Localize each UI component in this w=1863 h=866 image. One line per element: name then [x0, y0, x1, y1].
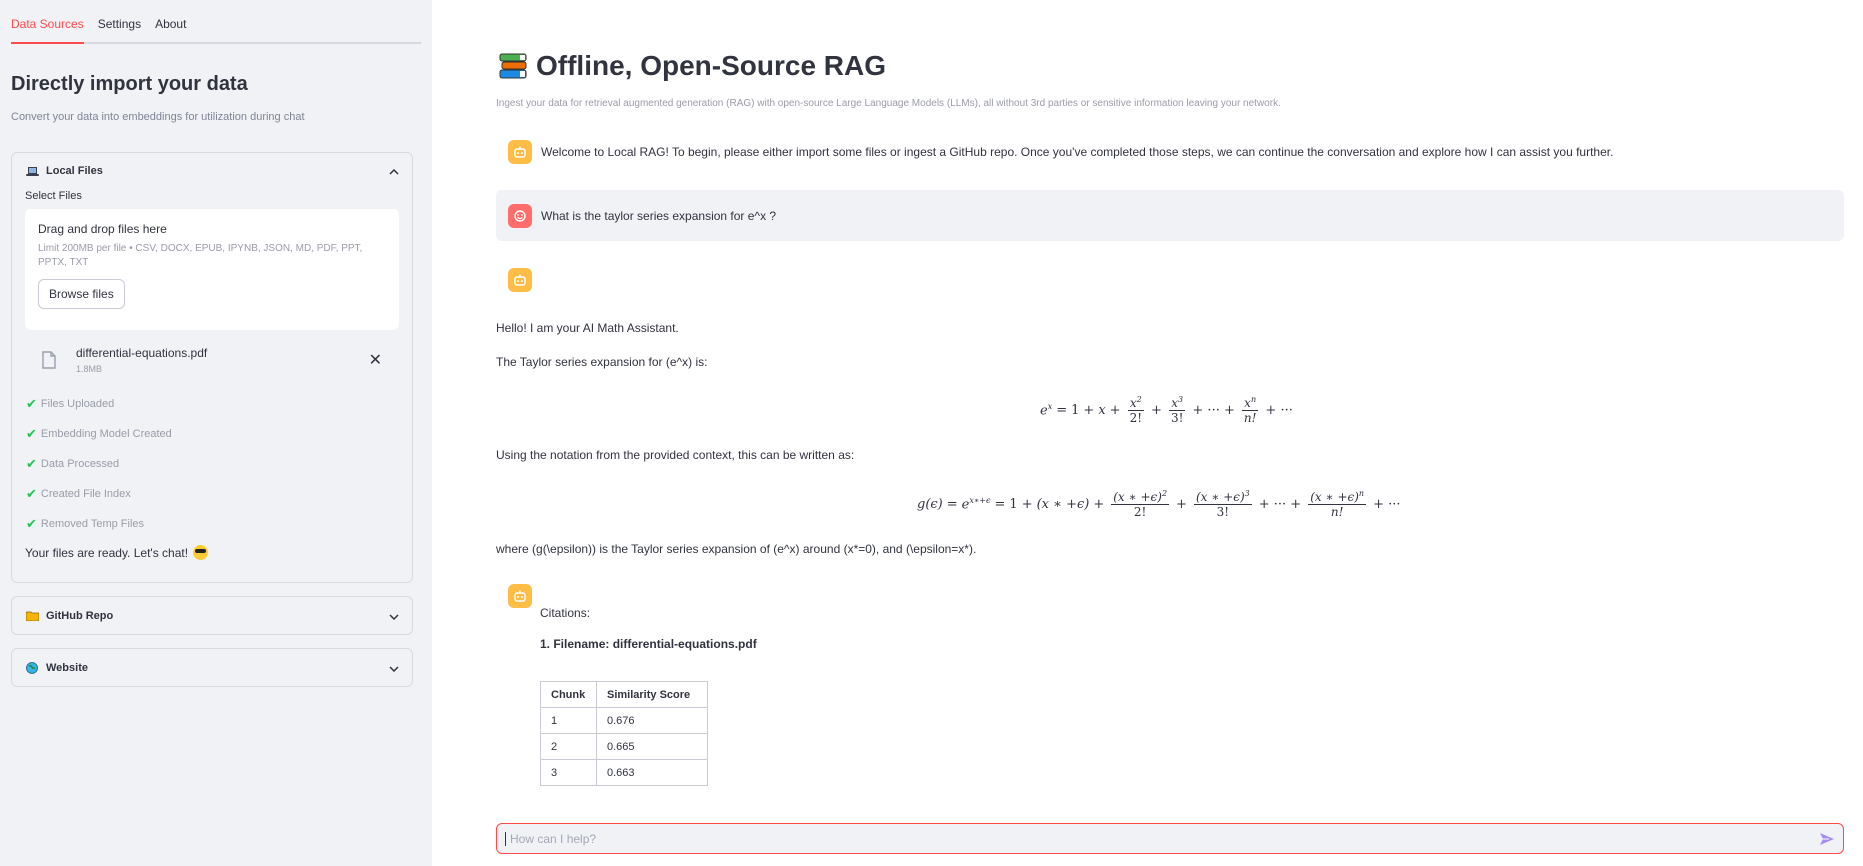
chevron-down-icon[interactable]	[389, 609, 399, 623]
file-size: 1.8MB	[76, 364, 103, 374]
status-list: ✔ Files Uploaded ✔ Embedding Model Created…	[12, 389, 412, 539]
page-title: Offline, Open-Source RAG	[536, 50, 887, 81]
assistant-message-answer	[496, 267, 1844, 293]
welcome-text: Welcome to Local RAG! To begin, please e…	[541, 145, 1614, 159]
github-expander: GitHub Repo	[11, 596, 413, 635]
answer-notation: Using the notation from the provided con…	[496, 448, 855, 462]
globe-icon	[25, 661, 39, 674]
bot-avatar-icon	[508, 268, 532, 292]
status-item: ✔ Embedding Model Created	[26, 419, 412, 449]
status-item: ✔ Files Uploaded	[26, 389, 412, 419]
answer-intro: The Taylor series expansion for (e^x) is…	[496, 355, 708, 369]
check-icon: ✔	[26, 426, 37, 441]
github-header[interactable]: GitHub Repo	[12, 597, 412, 634]
table-row: 1 0.676	[540, 707, 708, 734]
table-cell-chunk: 3	[540, 759, 597, 786]
citation-filename: 1. Filename: differential-equations.pdf	[540, 637, 757, 651]
citations-label: Citations:	[540, 606, 591, 620]
sunglasses-emoji-icon	[193, 545, 209, 560]
table-cell-score: 0.676	[596, 707, 708, 734]
chevron-up-icon[interactable]	[389, 164, 399, 178]
file-dropzone[interactable]: Drag and drop files here Limit 200MB per…	[25, 209, 399, 330]
answer-where: where (g(\epsilon)) is the Taylor series…	[496, 542, 977, 556]
taylor-equation: ex = 1 + x + x2 2! + x3 3! + ··· + xn n! + ···	[1040, 395, 1293, 425]
file-meta: differential-equations.pdf 1.8MB	[76, 346, 207, 374]
tab-data-sources[interactable]: Data Sources	[11, 17, 84, 44]
user-message: What is the taylor series expansion for …	[496, 190, 1844, 241]
ready-text: Your files are ready. Let's chat!	[25, 545, 189, 560]
tab-settings[interactable]: Settings	[98, 17, 141, 42]
file-icon	[42, 351, 56, 369]
local-files-header[interactable]: Local Files	[12, 153, 412, 189]
status-item: ✔ Data Processed	[26, 449, 412, 479]
check-icon: ✔	[26, 396, 37, 411]
check-icon: ✔	[26, 486, 37, 501]
chat-input-container	[496, 823, 1844, 854]
status-text: Embedding Model Created	[40, 428, 172, 440]
check-icon: ✔	[26, 456, 37, 471]
status-text: Created File Index	[40, 488, 131, 500]
folder-icon	[25, 610, 39, 621]
status-text: Files Uploaded	[40, 398, 115, 410]
page-subtitle: Ingest your data for retrieval augmented…	[496, 98, 1281, 109]
table-header-score: Similarity Score	[596, 681, 708, 708]
table-header-row: Chunk Similarity Score	[540, 681, 708, 708]
check-icon: ✔	[26, 516, 37, 531]
status-text: Removed Temp Files	[40, 518, 145, 530]
status-item: ✔ Removed Temp Files	[26, 509, 412, 539]
title-row: Offline, Open-Source RAG	[498, 50, 886, 82]
table-cell-score: 0.663	[596, 759, 708, 786]
website-expander: Website	[11, 648, 413, 687]
dropzone-limit: Limit 200MB per file • CSV, DOCX, EPUB, …	[38, 243, 363, 268]
local-files-expander: Local Files Select Files Drag and drop f…	[11, 152, 413, 583]
laptop-icon	[25, 166, 39, 177]
citations-table: Chunk Similarity Score 1 0.676 2 0.665 3…	[540, 681, 708, 786]
bot-avatar-icon	[508, 584, 532, 608]
github-label: GitHub Repo	[46, 609, 114, 622]
sidebar-tabs: Data Sources Settings About	[11, 0, 421, 44]
select-files-label: Select Files	[25, 190, 82, 202]
sidebar: Data Sources Settings About Directly imp…	[0, 0, 432, 866]
chevron-down-icon[interactable]	[389, 661, 399, 675]
status-item: ✔ Created File Index	[26, 479, 412, 509]
main-area: Offline, Open-Source RAG Ingest your dat…	[432, 0, 1863, 866]
books-icon	[498, 51, 528, 81]
table-row: 2 0.665	[540, 733, 708, 760]
tab-about[interactable]: About	[155, 17, 186, 42]
chat-input[interactable]	[505, 831, 1819, 846]
g-epsilon-equation: g(ϵ) = ex∗+ϵ = 1 + (x ∗ +ϵ) + (x ∗ +ϵ)2 2! + (x ∗…	[917, 489, 1401, 519]
table-header-chunk: Chunk	[540, 681, 597, 708]
dropzone-title: Drag and drop files here	[38, 222, 167, 236]
assistant-message-citations	[496, 583, 1844, 609]
user-question-text: What is the taylor series expansion for …	[541, 208, 777, 223]
website-header[interactable]: Website	[12, 649, 412, 686]
sidebar-title: Directly import your data	[11, 73, 248, 95]
table-cell-score: 0.665	[596, 733, 708, 760]
ready-message: Your files are ready. Let's chat!	[25, 545, 412, 560]
uploaded-file-row: differential-equations.pdf 1.8MB ✕	[42, 345, 399, 375]
status-text: Data Processed	[40, 458, 120, 470]
browse-files-button[interactable]: Browse files	[38, 279, 125, 309]
file-name: differential-equations.pdf	[76, 346, 208, 360]
bot-avatar-icon	[508, 140, 532, 164]
table-cell-chunk: 2	[540, 733, 597, 760]
assistant-message-welcome: Welcome to Local RAG! To begin, please e…	[496, 137, 1844, 167]
remove-file-icon[interactable]: ✕	[369, 350, 382, 370]
answer-greeting: Hello! I am your AI Math Assistant.	[496, 321, 679, 335]
send-icon[interactable]	[1819, 831, 1835, 847]
local-files-label: Local Files	[46, 165, 103, 177]
user-avatar-icon	[508, 203, 532, 228]
sidebar-caption: Convert your data into embeddings for ut…	[11, 111, 305, 123]
table-row: 3 0.663	[540, 759, 708, 786]
website-label: Website	[46, 661, 88, 674]
table-cell-chunk: 1	[540, 707, 597, 734]
